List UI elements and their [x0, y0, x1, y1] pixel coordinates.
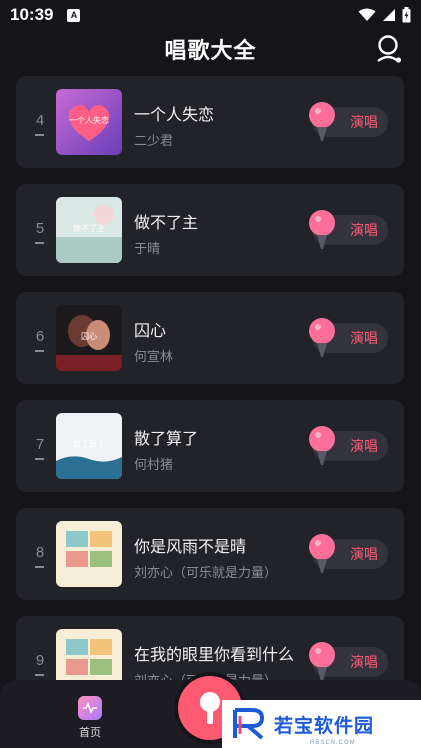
song-artist: 于晴: [134, 242, 161, 257]
sing-button[interactable]: 演唱: [309, 210, 388, 249]
microphone-icon: [309, 534, 335, 573]
cover-text: 做不了主: [73, 224, 105, 233]
song-rank: 9: [35, 652, 45, 669]
status-time: 10:39: [10, 5, 54, 24]
song-title: 一个人失恋: [134, 105, 215, 124]
app-header: 唱歌大全: [0, 30, 421, 68]
microphone-icon: [309, 426, 335, 465]
song-cover[interactable]: [56, 629, 122, 680]
song-rank: 4: [35, 112, 45, 129]
song-rank: 6: [35, 328, 45, 345]
microphone-icon: [309, 210, 335, 249]
song-rank: 5: [35, 220, 45, 237]
song-card[interactable]: 6 囚心 囚心 何宣林 演唱: [16, 292, 404, 384]
sing-button-label: 演唱: [350, 115, 378, 131]
song-title: 你是风雨不是晴: [134, 537, 247, 556]
sing-button[interactable]: 演唱: [309, 642, 388, 680]
microphone-icon: [200, 692, 220, 724]
nav-home-label: 首页: [79, 726, 101, 739]
rank-dash: [35, 242, 44, 244]
sing-button[interactable]: 演唱: [309, 102, 388, 141]
watermark-logo-icon: [233, 708, 265, 740]
rank-dash: [35, 566, 44, 568]
song-list[interactable]: 4 一个人失恋 一个人失恋 二少君 演唱 5 做不了主 做不了主 于晴 演唱 6 囚心 囚心 何宣林 演唱 7…: [0, 68, 421, 680]
song-title: 在我的眼里你看到什么: [134, 645, 295, 664]
cover-text: 一个人失恋: [69, 116, 109, 125]
song-card[interactable]: 7 散了算了 散了算了 何村猪 演唱: [16, 400, 404, 492]
rank-dash: [35, 458, 44, 460]
user-icon[interactable]: [375, 34, 403, 64]
microphone-icon: [309, 102, 335, 141]
sing-button-label: 演唱: [350, 547, 378, 563]
battery-icon: [402, 7, 411, 23]
app-screen: 10:39 A 唱歌大全 4 一个人失恋 一个人失恋 二少君 演唱 5 做不了主 做不了主 于晴…: [0, 0, 421, 748]
sing-button-label: 演唱: [350, 439, 378, 455]
song-cover[interactable]: 做不了主: [56, 197, 122, 263]
sing-button[interactable]: 演唱: [309, 318, 388, 357]
sing-button[interactable]: 演唱: [309, 426, 388, 465]
notification-icon: A: [67, 8, 81, 22]
status-icons: [358, 7, 411, 23]
song-card[interactable]: 4 一个人失恋 一个人失恋 二少君 演唱: [16, 76, 404, 168]
rank-dash: [35, 134, 44, 136]
watermark-sub: RBSCN.COM: [310, 740, 356, 746]
rank-dash: [35, 674, 44, 676]
song-cover[interactable]: 囚心: [56, 305, 122, 371]
song-card[interactable]: 5 做不了主 做不了主 于晴 演唱: [16, 184, 404, 276]
song-artist: 二少君: [134, 134, 174, 149]
rank-dash: [35, 350, 44, 352]
song-artist: 何村猪: [134, 458, 174, 473]
song-card[interactable]: 8 你是风雨不是晴刘亦心（可乐就是力量） 演唱: [16, 508, 404, 600]
nav-home[interactable]: 首页: [70, 696, 110, 740]
microphone-icon: [309, 318, 335, 357]
song-title: 做不了主: [134, 213, 199, 232]
wifi-icon: [358, 8, 376, 21]
sing-button-label: 演唱: [350, 223, 378, 239]
song-cover[interactable]: 一个人失恋: [56, 89, 122, 155]
song-title: 囚心: [134, 321, 167, 340]
cover-text: 散了算了: [73, 440, 105, 449]
watermark: 若宝软件园 RBSCN.COM: [222, 700, 421, 748]
song-title: 散了算了: [134, 429, 199, 448]
cover-text: 囚心: [81, 332, 97, 341]
song-artist: 何宣林: [134, 350, 174, 365]
song-card[interactable]: 9在我的眼里你看到什么刘亦心（可乐就是力量）演唱: [16, 616, 404, 680]
sing-button-label: 演唱: [350, 331, 378, 347]
song-artist: 刘亦心（可乐就是力量）: [134, 566, 278, 581]
home-icon: [78, 696, 102, 720]
song-rank: 8: [35, 544, 45, 561]
signal-icon: [383, 9, 395, 21]
watermark-brand: 若宝软件园: [274, 714, 375, 737]
sing-button[interactable]: 演唱: [309, 534, 388, 573]
song-rank: 7: [35, 436, 45, 453]
notification-letter: A: [70, 10, 78, 20]
sing-button-label: 演唱: [350, 655, 378, 671]
page-title: 唱歌大全: [164, 39, 257, 64]
microphone-icon: [309, 642, 335, 680]
song-cover[interactable]: [56, 521, 122, 587]
song-cover[interactable]: 散了算了: [56, 413, 122, 479]
status-bar: 10:39 A: [0, 0, 421, 30]
